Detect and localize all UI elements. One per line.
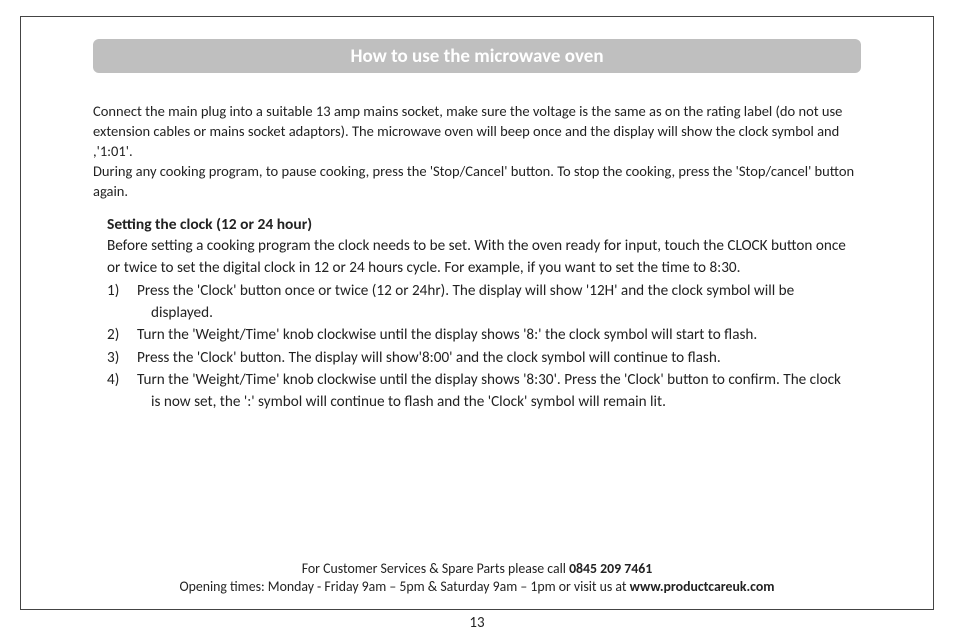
content-frame: How to use the microwave oven Connect th… xyxy=(20,16,934,610)
title-bar: How to use the microwave oven xyxy=(93,39,861,73)
steps-list: 1)Press the 'Clock' button once or twice… xyxy=(107,281,853,413)
footer-text: For Customer Services & Spare Parts plea… xyxy=(302,560,569,577)
footer-line-2: Opening times: Monday - Friday 9am – 5pm… xyxy=(93,578,861,597)
list-item: 2)Turn the 'Weight/Time' knob clockwise … xyxy=(107,325,853,347)
footer-url: www.productcareuk.com xyxy=(630,578,775,595)
clock-section: Setting the clock (12 or 24 hour) Before… xyxy=(93,215,861,414)
page: How to use the microwave oven Connect th… xyxy=(0,0,954,636)
step-text: Press the 'Clock' button. The display wi… xyxy=(137,349,721,367)
page-number: 13 xyxy=(0,614,954,632)
section-intro: Before setting a cooking program the clo… xyxy=(107,236,853,279)
step-text: Press the 'Clock' button once or twice (… xyxy=(137,282,794,322)
step-text: Turn the 'Weight/Time' knob clockwise un… xyxy=(137,326,757,344)
intro-paragraph: Connect the main plug into a suitable 13… xyxy=(93,101,861,201)
step-text: Turn the 'Weight/Time' knob clockwise un… xyxy=(137,371,841,411)
footer: For Customer Services & Spare Parts plea… xyxy=(93,560,861,597)
list-item: 4)Turn the 'Weight/Time' knob clockwise … xyxy=(107,370,853,413)
page-title: How to use the microwave oven xyxy=(350,45,603,68)
list-item: 1)Press the 'Clock' button once or twice… xyxy=(107,281,853,324)
footer-text: Opening times: Monday - Friday 9am – 5pm… xyxy=(179,578,629,595)
footer-line-1: For Customer Services & Spare Parts plea… xyxy=(93,560,861,579)
section-heading: Setting the clock (12 or 24 hour) xyxy=(107,215,853,234)
list-item: 3)Press the 'Clock' button. The display … xyxy=(107,348,853,370)
footer-phone: 0845 209 7461 xyxy=(569,560,652,577)
